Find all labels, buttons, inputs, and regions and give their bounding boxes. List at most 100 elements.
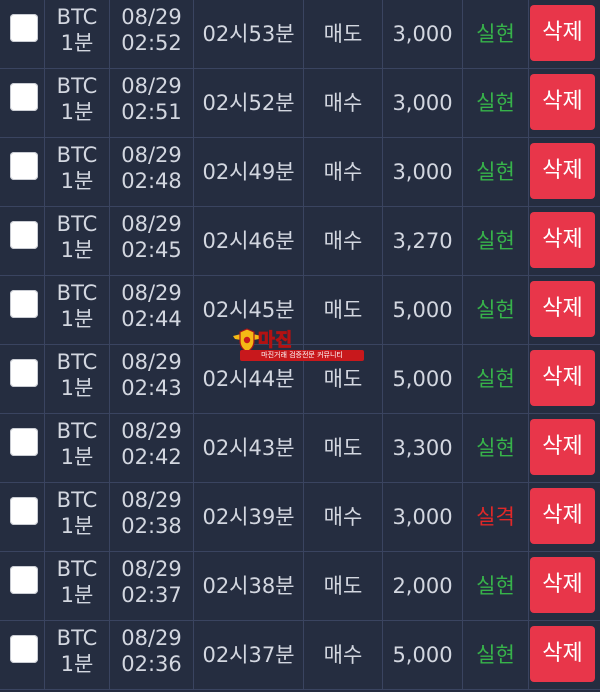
round-cell: 02시53분 [194, 0, 304, 68]
date-text: 08/29 [121, 143, 182, 167]
row-checkbox[interactable] [10, 14, 38, 42]
date-text: 08/29 [121, 350, 182, 374]
result-text: 실현 [476, 229, 515, 253]
interval-text: 1분 [60, 583, 94, 607]
datetime-cell: 08/29 02:51 [110, 69, 194, 137]
select-cell [0, 552, 45, 620]
action-cell: 삭제 [529, 621, 600, 689]
side-cell: 매도 [304, 276, 383, 344]
interval-text: 1분 [60, 307, 94, 331]
row-checkbox[interactable] [10, 635, 38, 663]
table-row: BTC 1분 08/29 02:44 02시45분 매도 5,000 실현 삭제 [0, 276, 600, 345]
amount-cell: 2,000 [383, 552, 463, 620]
round-cell: 02시43분 [194, 414, 304, 482]
row-checkbox[interactable] [10, 566, 38, 594]
symbol-cell: BTC 1분 [45, 138, 110, 206]
table-row: BTC 1분 08/29 02:52 02시53분 매도 3,000 실현 삭제 [0, 0, 600, 69]
result-text: 실현 [476, 367, 515, 391]
amount-cell: 3,000 [383, 138, 463, 206]
delete-button[interactable]: 삭제 [530, 488, 595, 544]
row-checkbox[interactable] [10, 221, 38, 249]
date-text: 08/29 [121, 281, 182, 305]
result-cell: 실현 [463, 621, 529, 689]
time-text: 02:45 [121, 238, 182, 262]
amount-text: 5,000 [392, 643, 453, 667]
delete-button[interactable]: 삭제 [530, 143, 595, 199]
symbol-cell: BTC 1분 [45, 276, 110, 344]
row-checkbox[interactable] [10, 428, 38, 456]
date-text: 08/29 [121, 5, 182, 29]
result-text: 실현 [476, 574, 515, 598]
action-cell: 삭제 [529, 207, 600, 275]
symbol-cell: BTC 1분 [45, 414, 110, 482]
date-text: 08/29 [121, 488, 182, 512]
delete-button[interactable]: 삭제 [530, 74, 595, 130]
delete-button[interactable]: 삭제 [530, 350, 595, 406]
interval-text: 1분 [60, 31, 94, 55]
table-row: BTC 1분 08/29 02:36 02시37분 매수 5,000 실현 삭제 [0, 621, 600, 690]
round-text: 02시39분 [202, 505, 295, 529]
bet-history-table: BTC 1분 08/29 02:52 02시53분 매도 3,000 실현 삭제 [0, 0, 600, 692]
amount-cell: 5,000 [383, 276, 463, 344]
select-cell [0, 276, 45, 344]
delete-button[interactable]: 삭제 [530, 626, 595, 682]
select-cell [0, 345, 45, 413]
amount-text: 3,000 [392, 91, 453, 115]
datetime-cell: 08/29 02:45 [110, 207, 194, 275]
side-cell: 매수 [304, 483, 383, 551]
delete-button[interactable]: 삭제 [530, 281, 595, 337]
table-row: BTC 1분 08/29 02:42 02시43분 매도 3,300 실현 삭제 [0, 414, 600, 483]
amount-cell: 5,000 [383, 345, 463, 413]
symbol-text: BTC [56, 419, 98, 443]
amount-text: 2,000 [392, 574, 453, 598]
time-text: 02:43 [121, 376, 182, 400]
row-checkbox[interactable] [10, 83, 38, 111]
row-checkbox[interactable] [10, 359, 38, 387]
amount-text: 3,000 [392, 160, 453, 184]
datetime-cell: 08/29 02:42 [110, 414, 194, 482]
select-cell [0, 138, 45, 206]
delete-button[interactable]: 삭제 [530, 212, 595, 268]
round-cell: 02시46분 [194, 207, 304, 275]
round-text: 02시49분 [202, 160, 295, 184]
time-text: 02:37 [121, 583, 182, 607]
side-cell: 매수 [304, 138, 383, 206]
table-row: BTC 1분 08/29 02:48 02시49분 매수 3,000 실현 삭제 [0, 138, 600, 207]
round-text: 02시52분 [202, 91, 295, 115]
time-text: 02:42 [121, 445, 182, 469]
row-checkbox[interactable] [10, 497, 38, 525]
delete-button[interactable]: 삭제 [530, 557, 595, 613]
action-cell: 삭제 [529, 69, 600, 137]
amount-text: 3,270 [392, 229, 453, 253]
result-cell: 실격 [463, 483, 529, 551]
amount-cell: 3,000 [383, 0, 463, 68]
row-checkbox[interactable] [10, 290, 38, 318]
result-cell: 실현 [463, 414, 529, 482]
delete-button[interactable]: 삭제 [530, 419, 595, 475]
row-checkbox[interactable] [10, 152, 38, 180]
symbol-text: BTC [56, 488, 98, 512]
symbol-text: BTC [56, 626, 98, 650]
result-text: 실격 [476, 505, 515, 529]
date-text: 08/29 [121, 212, 182, 236]
amount-cell: 5,000 [383, 621, 463, 689]
datetime-cell: 08/29 02:38 [110, 483, 194, 551]
round-text: 02시38분 [202, 574, 295, 598]
amount-cell: 3,270 [383, 207, 463, 275]
date-text: 08/29 [121, 419, 182, 443]
delete-button[interactable]: 삭제 [530, 5, 595, 61]
interval-text: 1분 [60, 100, 94, 124]
symbol-text: BTC [56, 281, 98, 305]
side-cell: 매수 [304, 207, 383, 275]
symbol-text: BTC [56, 5, 98, 29]
result-text: 실현 [476, 22, 515, 46]
result-cell: 실현 [463, 276, 529, 344]
side-text: 매도 [323, 367, 363, 391]
symbol-cell: BTC 1분 [45, 483, 110, 551]
symbol-cell: BTC 1분 [45, 207, 110, 275]
amount-text: 5,000 [392, 367, 453, 391]
result-cell: 실현 [463, 0, 529, 68]
round-text: 02시45분 [202, 298, 295, 322]
date-text: 08/29 [121, 74, 182, 98]
result-text: 실현 [476, 298, 515, 322]
